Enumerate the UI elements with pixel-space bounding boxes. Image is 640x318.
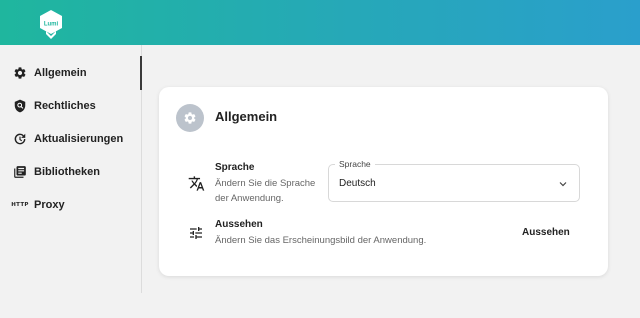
tune-icon bbox=[187, 224, 205, 242]
language-description-line2: der Anwendung. bbox=[215, 193, 284, 204]
language-select-label: Sprache bbox=[335, 159, 375, 169]
settings-card: Allgemein Sprache Ändern Sie die Sprache… bbox=[159, 87, 608, 276]
sidebar-item-rechtliches[interactable]: Rechtliches bbox=[0, 91, 140, 121]
http-icon: HTTP bbox=[11, 202, 29, 208]
sidebar-item-label: Bibliotheken bbox=[34, 166, 101, 178]
translate-icon bbox=[187, 174, 205, 192]
sidebar-item-label: Aktualisierungen bbox=[34, 133, 124, 145]
shield-search-icon bbox=[12, 98, 28, 114]
sidebar-item-label: Rechtliches bbox=[34, 100, 96, 112]
language-description-line1: Ändern Sie die Sprache bbox=[215, 178, 316, 189]
sidebar-item-label: Allgemein bbox=[34, 67, 87, 79]
sidebar-item-bibliotheken[interactable]: Bibliotheken bbox=[0, 157, 140, 187]
sidebar-item-proxy[interactable]: HTTP Proxy bbox=[0, 190, 140, 220]
language-select-value: Deutsch bbox=[339, 178, 376, 189]
appearance-button[interactable]: Aussehen bbox=[518, 225, 574, 240]
language-select[interactable]: Sprache Deutsch bbox=[328, 159, 580, 202]
sidebar: Allgemein Rechtliches Aktualisierungen B… bbox=[0, 45, 142, 293]
gear-icon bbox=[12, 65, 28, 81]
active-indicator bbox=[140, 56, 142, 90]
update-icon bbox=[12, 131, 28, 147]
library-icon bbox=[12, 164, 28, 180]
gear-icon bbox=[176, 104, 204, 132]
top-app-bar: Lumi bbox=[0, 0, 640, 45]
card-title: Allgemein bbox=[215, 109, 278, 124]
logo-text: Lumi bbox=[44, 22, 59, 28]
appearance-title: Aussehen bbox=[215, 219, 263, 230]
language-title: Sprache bbox=[215, 162, 255, 173]
lumi-logo[interactable]: Lumi bbox=[38, 9, 64, 41]
sidebar-item-aktualisierungen[interactable]: Aktualisierungen bbox=[0, 124, 140, 154]
appearance-description: Ändern Sie das Erscheinungsbild der Anwe… bbox=[215, 235, 427, 246]
sidebar-item-label: Proxy bbox=[34, 199, 65, 211]
sidebar-item-allgemein[interactable]: Allgemein bbox=[0, 58, 140, 88]
chevron-down-icon bbox=[559, 182, 567, 187]
